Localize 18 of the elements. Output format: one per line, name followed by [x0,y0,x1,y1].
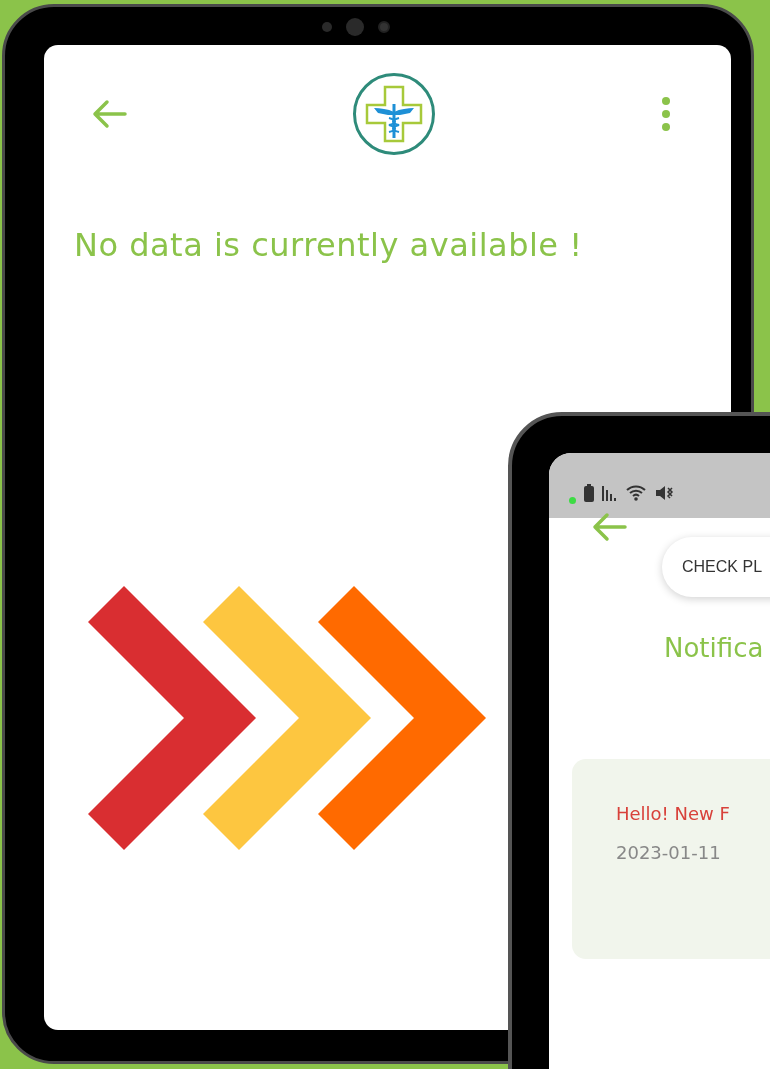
vibrate-mute-icon [654,484,674,501]
signal-icon [602,484,618,501]
battery-icon [584,483,594,502]
notification-title: Hello! New F [616,803,731,824]
indicator-dot [569,497,576,504]
camera-dot [322,22,332,32]
back-arrow-icon[interactable] [91,99,127,129]
notification-time: 2023-01-11 [616,842,722,863]
back-arrow-icon[interactable] [591,512,627,542]
more-options-icon[interactable] [661,96,671,132]
medical-cross-logo-icon [352,72,436,156]
notification-card[interactable]: Hello! New F 2023-01-11 [572,759,770,959]
page-heading: Notifica [664,633,765,663]
check-button[interactable]: CHECK PL [662,537,770,597]
sensor-dot [378,21,390,33]
wifi-icon [626,484,646,501]
camera-lens [346,18,364,36]
empty-state-message: No data is currently available ! [74,226,584,264]
